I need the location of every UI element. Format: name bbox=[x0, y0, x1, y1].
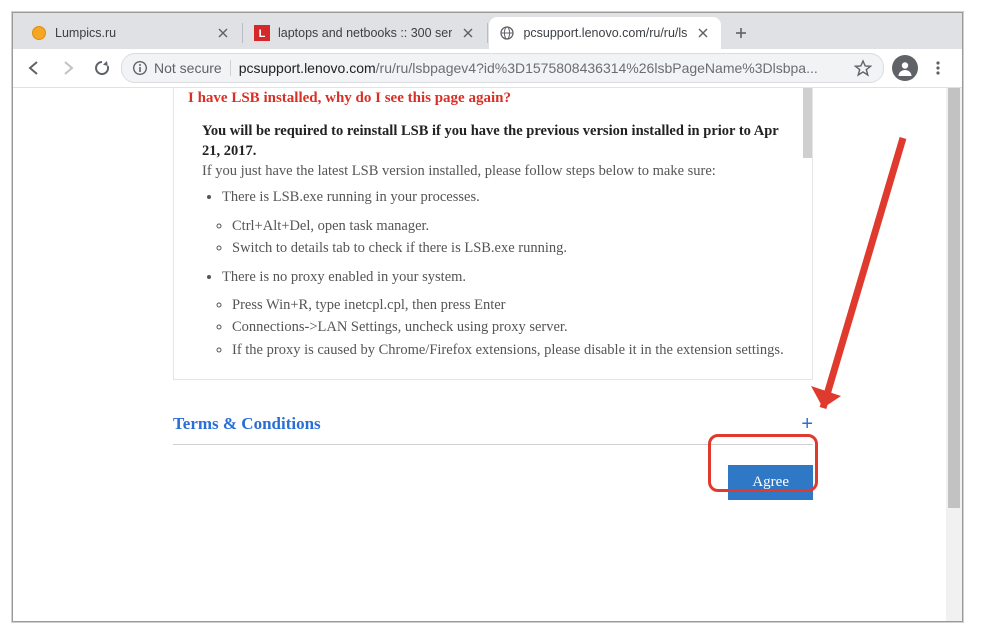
not-secure-label: Not secure bbox=[154, 60, 222, 76]
chrome-menu-button[interactable] bbox=[924, 54, 952, 82]
faq-intro: If you just have the latest LSB version … bbox=[202, 163, 798, 180]
not-secure-chip[interactable]: Not secure bbox=[132, 60, 222, 76]
tab-pcsupport[interactable]: pcsupport.lenovo.com/ru/ru/ls bbox=[489, 17, 721, 49]
agree-button[interactable]: Agree bbox=[728, 465, 813, 500]
faq-bold-note: You will be required to reinstall LSB if… bbox=[202, 122, 798, 161]
browser-window: Lumpics.ru L laptops and netbooks :: 300… bbox=[12, 12, 963, 622]
tab-title: laptops and netbooks :: 300 ser bbox=[278, 26, 452, 40]
browser-toolbar: Not secure pcsupport.lenovo.com/ru/ru/ls… bbox=[13, 49, 962, 88]
tab-separator bbox=[242, 23, 243, 43]
page-viewport: I have LSB installed, why do I see this … bbox=[13, 88, 962, 621]
faq-box: I have LSB installed, why do I see this … bbox=[173, 88, 813, 380]
forward-button[interactable] bbox=[53, 53, 83, 83]
l-red-icon: L bbox=[254, 25, 270, 41]
inner-scrollbar[interactable] bbox=[803, 88, 812, 338]
omnibox-separator bbox=[230, 60, 231, 76]
address-bar[interactable]: Not secure pcsupport.lenovo.com/ru/ru/ls… bbox=[121, 53, 884, 83]
list-item: If the proxy is caused by Chrome/Firefox… bbox=[232, 339, 798, 361]
close-icon[interactable] bbox=[460, 25, 476, 41]
list-item: There is no proxy enabled in your system… bbox=[222, 266, 798, 288]
orange-circle-icon bbox=[31, 25, 47, 41]
terms-and-conditions-header[interactable]: Terms & Conditions + bbox=[173, 408, 813, 445]
reload-button[interactable] bbox=[87, 53, 117, 83]
list-item: Switch to details tab to check if there … bbox=[232, 237, 798, 259]
bookmark-star-icon[interactable] bbox=[853, 58, 873, 78]
terms-title: Terms & Conditions bbox=[173, 414, 321, 434]
profile-avatar-icon[interactable] bbox=[892, 55, 918, 81]
tab-title: Lumpics.ru bbox=[55, 26, 207, 40]
list-item: Ctrl+Alt+Del, open task manager. bbox=[232, 215, 798, 237]
close-icon[interactable] bbox=[215, 25, 231, 41]
expand-plus-icon[interactable]: + bbox=[801, 414, 813, 434]
tab-laptops[interactable]: L laptops and netbooks :: 300 ser bbox=[244, 17, 486, 49]
tab-lumpics[interactable]: Lumpics.ru bbox=[21, 17, 241, 49]
info-icon bbox=[132, 60, 148, 76]
faq-list: There is LSB.exe running in your process… bbox=[188, 186, 798, 208]
faq-question: I have LSB installed, why do I see this … bbox=[188, 90, 798, 107]
close-icon[interactable] bbox=[695, 25, 711, 41]
list-item: Connections->LAN Settings, uncheck using… bbox=[232, 316, 798, 338]
faq-list: There is no proxy enabled in your system… bbox=[188, 266, 798, 288]
tab-separator bbox=[487, 23, 488, 43]
page-scrollbar[interactable] bbox=[946, 88, 962, 621]
faq-sublist: Ctrl+Alt+Del, open task manager. Switch … bbox=[188, 215, 798, 260]
new-tab-button[interactable] bbox=[727, 19, 755, 47]
page-scrollbar-thumb[interactable] bbox=[948, 88, 960, 508]
tab-strip: Lumpics.ru L laptops and netbooks :: 300… bbox=[13, 13, 962, 49]
globe-icon bbox=[499, 25, 515, 41]
list-item: There is LSB.exe running in your process… bbox=[222, 186, 798, 208]
url-host: pcsupport.lenovo.com bbox=[239, 60, 376, 76]
tab-title: pcsupport.lenovo.com/ru/ru/ls bbox=[523, 26, 687, 40]
page-content: I have LSB installed, why do I see this … bbox=[173, 88, 813, 500]
list-item: Press Win+R, type inetcpl.cpl, then pres… bbox=[232, 294, 798, 316]
url-path: /ru/ru/lsbpagev4?id%3D1575808436314%26ls… bbox=[376, 60, 818, 76]
back-button[interactable] bbox=[19, 53, 49, 83]
svg-text:L: L bbox=[259, 28, 266, 40]
inner-scrollbar-thumb[interactable] bbox=[803, 88, 812, 158]
url-text: pcsupport.lenovo.com/ru/ru/lsbpagev4?id%… bbox=[239, 60, 845, 76]
faq-sublist: Press Win+R, type inetcpl.cpl, then pres… bbox=[188, 294, 798, 361]
